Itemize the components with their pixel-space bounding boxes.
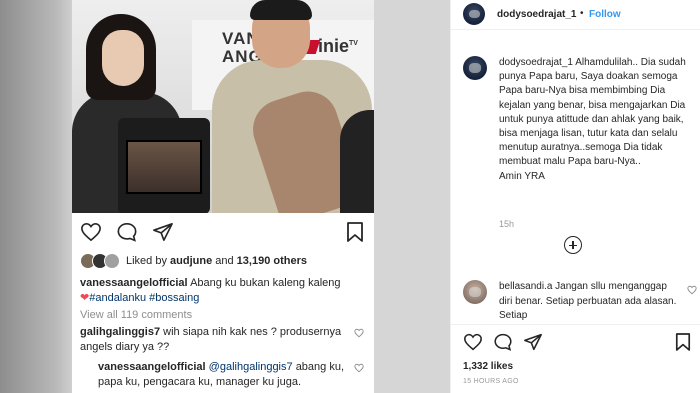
- comment-icon[interactable]: [116, 222, 138, 242]
- like-heart-icon[interactable]: [80, 222, 102, 242]
- caption-hashtags[interactable]: #andalanku #bossaing: [89, 292, 199, 304]
- comment-avatar[interactable]: [463, 56, 487, 80]
- caption-username[interactable]: vanessaangelofficial: [80, 277, 188, 289]
- reply-like-icon[interactable]: [354, 363, 364, 373]
- liked-user-link[interactable]: audjune: [170, 255, 212, 267]
- second-comment: bellasandi.a Jangan sllu menganggap diri…: [499, 280, 679, 324]
- main-comment-username[interactable]: dodysoedrajat_1: [499, 57, 573, 68]
- reply-item: vanessaangelofficial @galihgalinggis7 ab…: [98, 360, 348, 390]
- liker-avatar: [104, 253, 120, 269]
- reply-username[interactable]: vanessaangelofficial: [98, 361, 206, 373]
- view-all-comments-link[interactable]: View all 119 comments: [80, 309, 192, 321]
- foreground-shoulder: [340, 110, 374, 213]
- follow-button[interactable]: Follow: [589, 9, 621, 20]
- panel-divider: [451, 324, 700, 325]
- likes-count[interactable]: 1,332 likes: [463, 361, 513, 372]
- caption-text: Abang ku bukan kaleng kaleng: [190, 277, 341, 289]
- panel-comment-icon[interactable]: [493, 333, 513, 351]
- panel-like-icon[interactable]: [463, 333, 483, 351]
- woman-face: [102, 30, 144, 86]
- panel-bookmark-icon[interactable]: [675, 332, 691, 352]
- man-hair: [250, 0, 312, 20]
- post-timestamp: 15 HOURS AGO: [463, 378, 519, 385]
- liked-by-text: Liked by audjune and 13,190 others: [126, 255, 307, 267]
- panel-header: dodysoedrajat_1 • Follow: [451, 0, 700, 30]
- main-comment: dodysoedrajat_1 Alhamdulilah.. Dia sudah…: [499, 56, 695, 184]
- main-comment-text: Alhamdulilah.. Dia sudah punya Papa baru…: [499, 57, 686, 168]
- post-caption: vanessaangelofficial Abang ku bukan kale…: [80, 276, 370, 306]
- load-more-comments-icon[interactable]: [564, 236, 582, 254]
- share-icon[interactable]: [152, 222, 174, 242]
- post-action-bar: [72, 213, 374, 251]
- bookmark-icon[interactable]: [346, 221, 364, 243]
- heart-emoji-icon: ❤: [80, 292, 90, 304]
- comment2-like-icon[interactable]: [687, 285, 697, 295]
- header-username[interactable]: dodysoedrajat_1: [497, 9, 576, 20]
- panel-share-icon[interactable]: [523, 333, 543, 351]
- comment-item: galihgalinggis7 wih siapa nih kak nes ? …: [80, 325, 348, 355]
- likes-row: Liked by audjune and 13,190 others: [80, 252, 307, 270]
- post-photo[interactable]: VANESS ANGEL inieTV: [72, 0, 374, 213]
- instagram-post-phone: VANESS ANGEL inieTV: [72, 0, 374, 393]
- reply-mention[interactable]: @galihgalinggis7: [209, 361, 293, 373]
- brand-logo: inieTV: [318, 36, 358, 56]
- header-avatar[interactable]: [463, 3, 485, 25]
- second-comment-username[interactable]: bellasandi.a: [499, 281, 552, 292]
- screenshot-stage: VANESS ANGEL inieTV: [0, 0, 700, 393]
- liker-avatars: [80, 253, 120, 269]
- others-link[interactable]: 13,190 others: [237, 255, 307, 267]
- comment2-avatar[interactable]: [463, 280, 487, 304]
- comment-username[interactable]: galihgalinggis7: [80, 326, 160, 338]
- main-comment-signoff: Amin YRA: [499, 170, 545, 182]
- comments-panel: dodysoedrajat_1 • Follow dodysoedrajat_1…: [450, 0, 700, 393]
- header-separator: •: [580, 8, 584, 19]
- comment-like-icon[interactable]: [354, 328, 364, 338]
- camera-screen: [126, 140, 202, 194]
- comment-time: 15h: [499, 219, 515, 229]
